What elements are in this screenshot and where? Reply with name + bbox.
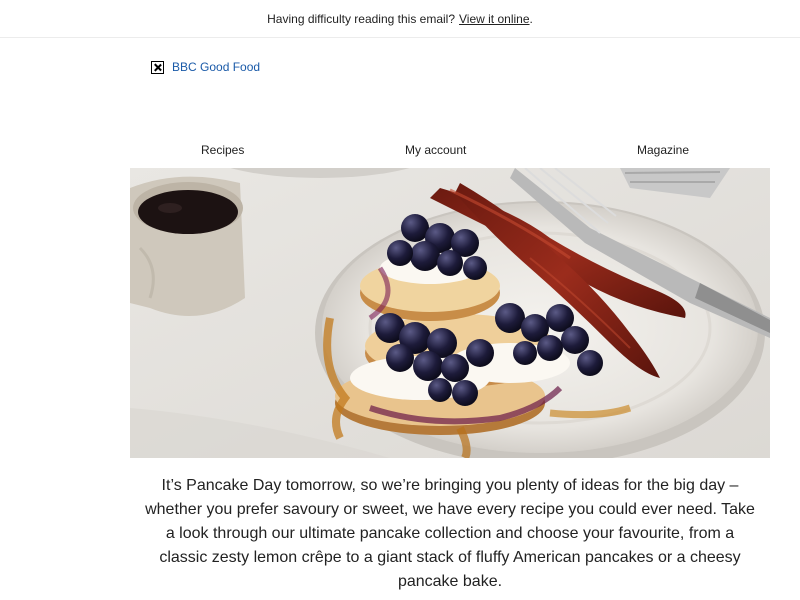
logo[interactable]: BBC Good Food (151, 60, 260, 74)
nav-item-recipes[interactable]: Recipes (201, 143, 244, 157)
pancake-photo (130, 168, 770, 458)
broken-image-icon (151, 60, 164, 74)
preheader-bar: Having difficulty reading this email? Vi… (0, 0, 800, 38)
preheader-text: Having difficulty reading this email? (267, 11, 456, 26)
hero-image[interactable] (130, 168, 770, 458)
preheader-period: . (529, 11, 533, 26)
view-online-link[interactable]: View it online (459, 12, 530, 26)
logo-alt-text[interactable]: BBC Good Food (172, 60, 260, 74)
nav-item-my-account[interactable]: My account (405, 143, 466, 157)
intro-paragraph: It’s Pancake Day tomorrow, so we’re brin… (145, 477, 755, 590)
main-nav: Recipes My account Magazine (130, 140, 770, 160)
nav-item-magazine[interactable]: Magazine (637, 143, 689, 157)
